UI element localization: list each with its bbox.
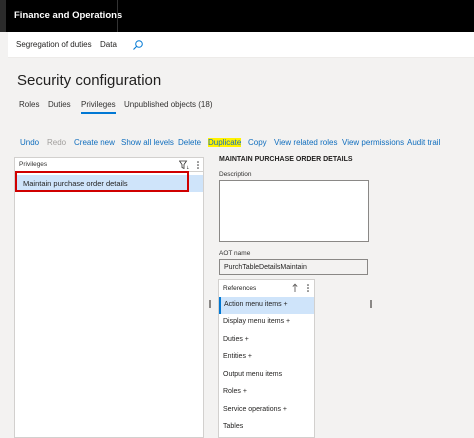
reference-item-service-operations[interactable]: Service operations + [219,402,314,419]
more-options-icon[interactable] [195,160,201,170]
privileges-header-label: Privileges [19,161,48,168]
copy-button[interactable]: Copy [248,138,267,147]
nav-bar: Segregation of duties Data [8,32,474,58]
page-title: Security configuration [17,72,162,89]
breadcrumb-data[interactable]: Data [100,40,117,49]
svg-text:↓: ↓ [186,165,189,170]
tab-duties[interactable]: Duties [48,100,71,109]
aot-name-label: AOT name [219,250,251,257]
sort-ascending-icon[interactable] [291,283,299,293]
reference-item-roles[interactable]: Roles + [219,384,314,401]
filter-icon[interactable]: ↓ [179,160,189,170]
reference-item-label: Service operations + [223,406,288,413]
reference-item-label: Entities + [223,353,252,360]
reference-item-label: Tables [223,423,244,430]
reference-item-display-menu-items[interactable]: Display menu items + [219,314,314,331]
reference-item-label: Duties + [223,336,249,343]
search-icon[interactable] [132,39,144,51]
view-permissions-button[interactable]: View permissions [342,138,404,147]
left-splitter-handle[interactable] [209,300,211,308]
redo-button[interactable]: Redo [47,138,66,147]
tab-privileges[interactable]: Privileges [81,100,116,114]
app-title[interactable]: Finance and Operations [14,10,122,21]
description-label: Description [219,171,252,178]
privilege-detail-title: MAINTAIN PURCHASE ORDER DETAILS [219,156,353,163]
reference-item-output-menu-items[interactable]: Output menu items [219,367,314,384]
reference-item-duties[interactable]: Duties + [219,332,314,349]
reference-item-label: Output menu items [223,371,283,378]
duplicate-button[interactable]: Duplicate [208,138,242,147]
reference-item-tables[interactable]: Tables [219,419,314,436]
header-separator [117,0,118,32]
reference-item-label: Roles + [223,388,247,395]
privileges-header: Privileges ↓ [15,158,203,172]
view-related-roles-button[interactable]: View related roles [274,138,337,147]
right-splitter-handle[interactable] [370,300,372,308]
references-more-options-icon[interactable] [305,283,311,293]
delete-button[interactable]: Delete [178,138,201,147]
highlight-callout [15,171,189,192]
undo-button[interactable]: Undo [20,138,39,147]
references-header: References [223,285,257,292]
breadcrumb-segregation-of-duties[interactable]: Segregation of duties [16,40,92,49]
reference-item-entities[interactable]: Entities + [219,349,314,366]
references-pane: References Action menu items + Display m… [218,279,315,438]
tab-roles[interactable]: Roles [19,100,39,109]
reference-item-label: Display menu items + [223,318,291,325]
show-all-levels-button[interactable]: Show all levels [121,138,174,147]
create-new-button[interactable]: Create new [74,138,115,147]
aot-name-field[interactable]: PurchTableDetailsMaintain [219,259,368,275]
description-field[interactable] [219,180,369,242]
audit-trail-button[interactable]: Audit trail [407,138,440,147]
tab-unpublished-objects[interactable]: Unpublished objects (18) [124,100,213,109]
header-edge [0,0,6,32]
reference-item-label: Action menu items + [224,301,288,308]
reference-item-action-menu-items[interactable]: Action menu items + [219,297,314,314]
app-header: Finance and Operations [0,0,474,32]
privileges-pane: Privileges ↓ Maintain purchase order det… [14,157,204,438]
aot-name-value: PurchTableDetailsMaintain [224,264,307,271]
